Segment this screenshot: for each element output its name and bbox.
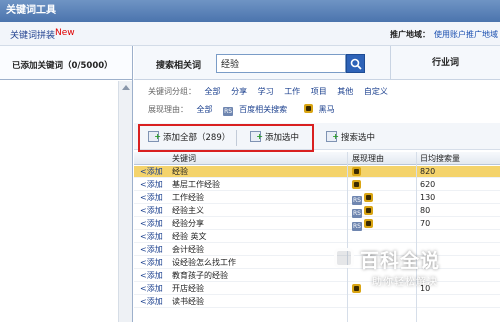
- group-option-share[interactable]: 分享: [231, 87, 247, 96]
- baidu-related-icon: RS: [352, 209, 362, 218]
- watermark-logo-icon: [334, 248, 354, 268]
- group-filter-label: 关键词分组：: [148, 87, 196, 96]
- reason-option-all[interactable]: 全部: [197, 105, 213, 114]
- table-row[interactable]: <添加 工作经验 RS 130: [134, 192, 500, 205]
- keyword-cell: 经验: [172, 167, 188, 176]
- search-selected-label: 搜索选中: [341, 133, 376, 143]
- add-keyword-link[interactable]: <添加: [140, 205, 163, 217]
- keyword-cell: 经验分享: [172, 219, 204, 228]
- daily-volume-cell: 70: [420, 219, 431, 228]
- dark-horse-icon: [364, 193, 373, 202]
- window-title: 关键词工具: [0, 0, 500, 22]
- daily-volume-cell: 80: [420, 206, 431, 215]
- search-row: 搜索相关词 行业词: [134, 46, 500, 80]
- search-icon: [350, 58, 362, 70]
- column-divider: [416, 152, 417, 322]
- group-option-project[interactable]: 项目: [311, 87, 327, 96]
- column-divider: [347, 152, 348, 322]
- add-keyword-link[interactable]: <添加: [140, 244, 163, 256]
- add-keyword-link[interactable]: <添加: [140, 296, 163, 308]
- add-keyword-link[interactable]: <添加: [140, 192, 163, 204]
- dark-horse-icon: [364, 206, 373, 215]
- keyword-cell: 工作经验: [172, 193, 204, 202]
- table-row[interactable]: <添加 经验 英文: [134, 231, 500, 243]
- add-keyword-link[interactable]: <添加: [140, 179, 163, 191]
- table-row[interactable]: <添加 基层工作经验 620: [134, 179, 500, 191]
- dark-horse-icon: [352, 167, 361, 176]
- table-row[interactable]: <添加 经验 820: [134, 166, 500, 178]
- reason-cell: RS: [352, 206, 375, 218]
- dark-horse-icon: [303, 104, 313, 113]
- scroll-up-icon[interactable]: [122, 85, 130, 90]
- daily-volume-cell: 820: [420, 167, 436, 176]
- add-keyword-link[interactable]: <添加: [140, 166, 163, 178]
- tab-keyword-assembly[interactable]: 关键词拼装: [10, 28, 55, 41]
- watermark-title: 百科全说: [360, 250, 441, 272]
- watermark-subtitle: 助你轻松解决: [372, 277, 438, 288]
- add-keyword-link[interactable]: <添加: [140, 270, 163, 282]
- add-keyword-link[interactable]: <添加: [140, 231, 163, 243]
- reason-filter: 展现理由： 全部 RS 百度相关搜索 黑马: [148, 104, 349, 118]
- daily-volume-cell: 130: [420, 193, 436, 202]
- header-daily-volume[interactable]: 日均搜索量: [420, 153, 460, 164]
- added-keywords-header: 已添加关键词（0/5000）: [0, 46, 132, 80]
- add-keyword-link[interactable]: <添加: [140, 218, 163, 230]
- keyword-cell: 开店经验: [172, 284, 204, 293]
- baidu-related-icon: RS: [352, 222, 362, 231]
- group-option-study[interactable]: 学习: [258, 87, 274, 96]
- table-row[interactable]: <添加 读书经验: [134, 296, 500, 308]
- group-option-custom[interactable]: 自定义: [364, 87, 388, 96]
- search-selected-button[interactable]: 搜索选中: [326, 129, 376, 146]
- added-keywords-panel: 已添加关键词（0/5000）: [0, 46, 133, 322]
- group-option-work[interactable]: 工作: [284, 87, 300, 96]
- header-reason[interactable]: 展现理由: [352, 153, 384, 164]
- keyword-cell: 读书经验: [172, 297, 204, 306]
- add-keyword-link[interactable]: <添加: [140, 257, 163, 269]
- dark-horse-icon: [364, 219, 373, 228]
- reason-cell: [352, 180, 363, 192]
- watermark: 百科全说 助你轻松解决: [334, 246, 464, 296]
- left-scrollbar[interactable]: [118, 81, 132, 322]
- table-row[interactable]: <添加 经验主义 RS 80: [134, 205, 500, 218]
- keyword-cell: 经验 英文: [172, 232, 207, 241]
- baidu-related-icon: RS: [223, 107, 234, 116]
- top-bar: 关键词拼装 New 推广地域： 使用账户推广地域: [0, 22, 500, 46]
- reason-filter-label: 展现理由：: [148, 105, 188, 114]
- search-related-label: 搜索相关词: [156, 61, 202, 71]
- header-keyword[interactable]: 关键词: [172, 153, 196, 164]
- baidu-related-icon: RS: [352, 196, 362, 205]
- search-button[interactable]: [346, 54, 365, 73]
- reason-cell: [352, 167, 363, 179]
- keyword-cell: 教育孩子的经验: [172, 271, 228, 280]
- dark-horse-icon: [352, 180, 361, 189]
- search-selected-icon: [326, 129, 339, 145]
- keyword-cell: 经验主义: [172, 206, 204, 215]
- keyword-cell: 基层工作经验: [172, 180, 220, 189]
- add-keyword-link[interactable]: <添加: [140, 283, 163, 295]
- reason-baidu-label: 百度相关搜索: [239, 105, 288, 114]
- highlight-annotation-box: [138, 124, 314, 152]
- added-keywords-title: 已添加关键词（0/5000）: [12, 61, 113, 71]
- group-option-other[interactable]: 其他: [337, 87, 353, 96]
- search-input[interactable]: [216, 54, 346, 73]
- region-label: 推广地域：: [390, 30, 430, 39]
- reason-option-dark-horse[interactable]: 黑马: [303, 104, 341, 114]
- region-link[interactable]: 使用账户推广地域: [434, 29, 498, 40]
- daily-volume-cell: 620: [420, 180, 436, 189]
- tab-industry-words[interactable]: 行业词: [390, 46, 500, 80]
- keyword-cell: 会计经验: [172, 245, 204, 254]
- table-header: 关键词 展现理由 日均搜索量: [134, 152, 500, 165]
- new-badge: New: [55, 28, 75, 38]
- group-option-all[interactable]: 全部: [205, 87, 221, 96]
- table-row[interactable]: <添加 经验分享 RS 70: [134, 218, 500, 231]
- reason-cell: RS: [352, 219, 375, 231]
- reason-cell: RS: [352, 193, 375, 205]
- reason-horse-label: 黑马: [318, 105, 335, 114]
- keyword-group-filter: 关键词分组： 全部 分享 学习 工作 项目 其他 自定义: [148, 86, 396, 100]
- reason-option-baidu-related[interactable]: RS 百度相关搜索: [223, 105, 293, 116]
- keyword-cell: 设经验怎么找工作: [172, 258, 236, 267]
